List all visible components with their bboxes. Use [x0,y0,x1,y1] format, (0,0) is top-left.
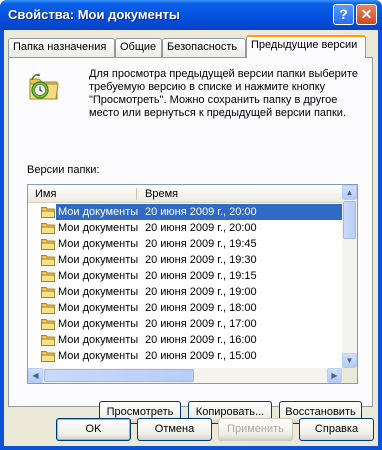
window-title: Свойства: Мои документы [8,7,181,22]
close-button[interactable]: ✕ [356,4,377,25]
list-item[interactable]: Мои документы 20 июня 2009 г., 19:00 [28,284,342,300]
folder-icon [41,287,55,298]
list-item[interactable]: Мои документы 20 июня 2009 г., 20:00 [28,220,342,236]
description-text: Для просмотра предыдущей версии папки вы… [89,68,358,119]
tab-strip: Папка назначения Общие Безопасность Пред… [4,30,378,60]
column-header-time[interactable]: Время [145,188,178,202]
vertical-scrollbar[interactable]: ▲ ▼ [342,185,357,368]
dialog-client: Папка назначения Общие Безопасность Пред… [4,30,378,446]
list-item[interactable]: Мои документы 20 июня 2009 г., 20:00 [28,204,342,220]
scroll-corner [342,368,357,383]
scroll-right-button[interactable]: ▶ [327,368,342,383]
folder-icon [41,319,55,330]
column-separator[interactable] [136,188,137,200]
help-button[interactable]: Справка [299,418,374,441]
apply-button[interactable]: Применить [218,418,293,441]
row-time: 20 июня 2009 г., 20:00 [145,222,257,234]
folder-icon [41,255,55,266]
tab-general[interactable]: Общие [115,38,162,57]
row-time: 20 июня 2009 г., 17:00 [145,318,257,330]
folder-icon [41,351,55,362]
horizontal-scroll-thumb[interactable] [44,369,194,382]
tab-security[interactable]: Безопасность [162,38,246,57]
cancel-button[interactable]: Отмена [137,418,212,441]
list-item[interactable]: Мои документы 20 июня 2009 г., 17:00 [28,316,342,332]
versions-list[interactable]: Имя Время Мои документы 20 июня 2009 г., … [27,184,358,384]
list-item[interactable]: Мои документы 20 июня 2009 г., 15:00 [28,348,342,364]
list-item[interactable]: Мои документы 20 июня 2009 г., 18:00 [28,300,342,316]
row-name: Мои документы [58,350,139,362]
row-time: 20 июня 2009 г., 19:45 [145,238,257,250]
row-time: 20 июня 2009 г., 15:00 [145,350,257,362]
folder-icon [41,207,55,218]
properties-window: Свойства: Мои документы ? ✕ Папка назнач… [0,0,382,450]
folder-icon [41,223,55,234]
previous-versions-panel: Для просмотра предыдущей версии папки вы… [8,57,373,424]
tab-target-folder[interactable]: Папка назначения [8,38,115,57]
folder-icon [41,335,55,346]
row-time: 20 июня 2009 г., 19:00 [145,286,257,298]
list-item[interactable]: Мои документы 20 июня 2009 г., 16:00 [28,332,342,348]
row-time: 20 июня 2009 г., 20:00 [145,206,257,218]
horizontal-scrollbar[interactable]: ◀ ▶ [28,368,342,383]
folder-icon [41,271,55,282]
row-time: 20 июня 2009 г., 19:15 [145,270,257,282]
scroll-down-button[interactable]: ▼ [342,353,357,368]
row-time: 20 июня 2009 г., 16:00 [145,334,257,346]
list-item[interactable]: Мои документы 20 июня 2009 г., 19:45 [28,236,342,252]
row-name: Мои документы [58,222,139,234]
row-name: Мои документы [58,334,139,346]
row-time: 20 июня 2009 г., 18:00 [145,302,257,314]
tab-previous-versions[interactable]: Предыдущие версии [246,35,366,58]
list-header: Имя Время [28,185,342,203]
row-name: Мои документы [58,318,139,330]
title-bar[interactable]: Свойства: Мои документы ? ✕ [0,0,382,30]
row-time: 20 июня 2009 г., 19:30 [145,254,257,266]
row-name: Мои документы [58,286,139,298]
folder-icon [41,303,55,314]
list-item[interactable]: Мои документы 20 июня 2009 г., 19:15 [28,268,342,284]
help-title-button[interactable]: ? [333,4,354,25]
folder-icon [41,239,55,250]
list-item[interactable]: Мои документы 20 июня 2009 г., 19:30 [28,252,342,268]
folder-clock-icon [29,73,59,100]
versions-label: Версии папки: [27,164,100,176]
scroll-up-button[interactable]: ▲ [342,185,357,200]
row-name: Мои документы [58,238,139,250]
scroll-left-button[interactable]: ◀ [28,368,43,383]
vertical-scroll-thumb[interactable] [343,201,356,239]
row-name: Мои документы [58,206,139,218]
row-name: Мои документы [58,270,139,282]
ok-button[interactable]: OK [56,418,131,441]
row-name: Мои документы [58,302,139,314]
row-name: Мои документы [58,254,139,266]
column-header-name[interactable]: Имя [35,188,56,202]
